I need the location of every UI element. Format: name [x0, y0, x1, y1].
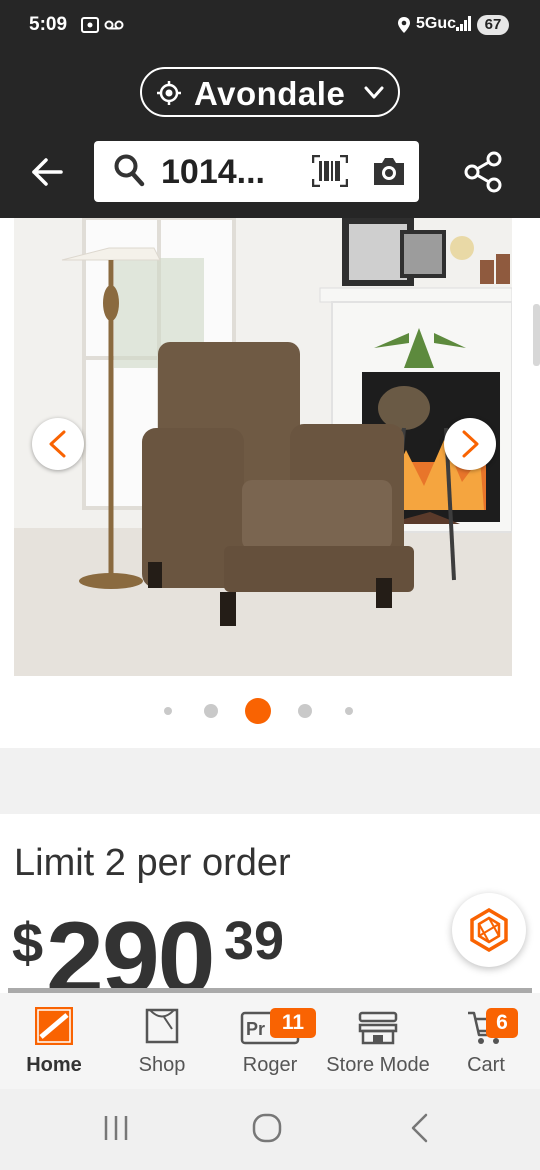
carousel-dot[interactable] [204, 704, 218, 718]
next-image-button[interactable] [444, 418, 496, 470]
chat-assistant-button[interactable] [452, 893, 526, 967]
magic-apron-icon [470, 908, 508, 952]
screenshot-icon [81, 17, 99, 33]
order-limit-text: Limit 2 per order [14, 842, 291, 884]
previous-image-button[interactable] [32, 418, 84, 470]
paint-bucket-icon [145, 1008, 179, 1044]
search-bar[interactable]: 1014... [94, 141, 419, 202]
price-cents: 39 [224, 911, 285, 971]
system-back-icon[interactable] [408, 1113, 430, 1143]
chevron-down-icon [364, 86, 384, 99]
back-arrow-icon[interactable] [30, 152, 64, 192]
header: 5:09 5Guc 67 Avondale 1014... [0, 0, 540, 218]
location-target-icon [157, 81, 181, 105]
network-type: 5Guc [416, 15, 457, 32]
recent-apps-icon[interactable] [102, 1113, 130, 1143]
carousel-dot-active[interactable] [245, 698, 271, 724]
nav-shop-label: Shop [138, 1054, 186, 1076]
pro-badge: 11 [270, 1008, 316, 1038]
bottom-navigation: Home Shop Pr 11 Roger Store Mode 6 Cart [0, 993, 540, 1089]
carousel-dot[interactable] [164, 707, 172, 715]
camera-icon[interactable] [371, 154, 407, 188]
location-status-icon [398, 17, 410, 33]
barcode-icon[interactable] [312, 155, 348, 187]
app-screen: 5:09 5Guc 67 Avondale 1014... Limit 2 pe… [0, 0, 540, 1170]
nav-pro-label: Roger [242, 1054, 298, 1076]
store-icon [358, 1011, 398, 1045]
svg-text:Pr: Pr [246, 1019, 265, 1039]
voicemail-icon [104, 20, 124, 30]
share-icon[interactable] [464, 151, 502, 193]
signal-icon [456, 16, 471, 31]
system-navigation-bar [0, 1089, 540, 1170]
nav-home-label: Home [26, 1054, 82, 1076]
cart-count-badge: 6 [486, 1008, 518, 1038]
chevron-right-icon [462, 430, 479, 458]
status-time: 5:09 [29, 14, 68, 35]
product-image-gallery[interactable] [0, 218, 540, 738]
store-name: Avondale [194, 75, 346, 112]
carousel-pagination [0, 698, 540, 726]
status-bar: 5:09 5Guc 67 [0, 0, 540, 50]
search-query[interactable]: 1014... [161, 153, 265, 192]
home-depot-logo-icon [35, 1007, 73, 1045]
nav-pro-account[interactable]: Pr 11 Roger [216, 993, 324, 1089]
scrollbar-thumb[interactable] [533, 304, 540, 366]
price-currency: $ [12, 911, 44, 974]
product-price: $ 290 39 [12, 900, 312, 995]
carousel-dot[interactable] [345, 707, 353, 715]
home-circle-icon[interactable] [252, 1113, 282, 1143]
battery-level: 67 [477, 15, 509, 35]
nav-store-mode[interactable]: Store Mode [324, 993, 432, 1089]
carousel-dot[interactable] [298, 704, 312, 718]
nav-cart-label: Cart [467, 1054, 505, 1076]
store-location-selector[interactable]: Avondale [140, 67, 400, 117]
section-separator [0, 748, 540, 814]
nav-cart[interactable]: 6 Cart [432, 993, 540, 1089]
nav-store-mode-label: Store Mode [326, 1054, 430, 1076]
price-dollars: 290 [46, 901, 216, 995]
nav-shop[interactable]: Shop [108, 993, 216, 1089]
product-photo-recliner[interactable] [14, 218, 512, 676]
chevron-left-icon [49, 430, 66, 458]
search-icon [114, 154, 145, 187]
nav-home[interactable]: Home [0, 993, 108, 1089]
